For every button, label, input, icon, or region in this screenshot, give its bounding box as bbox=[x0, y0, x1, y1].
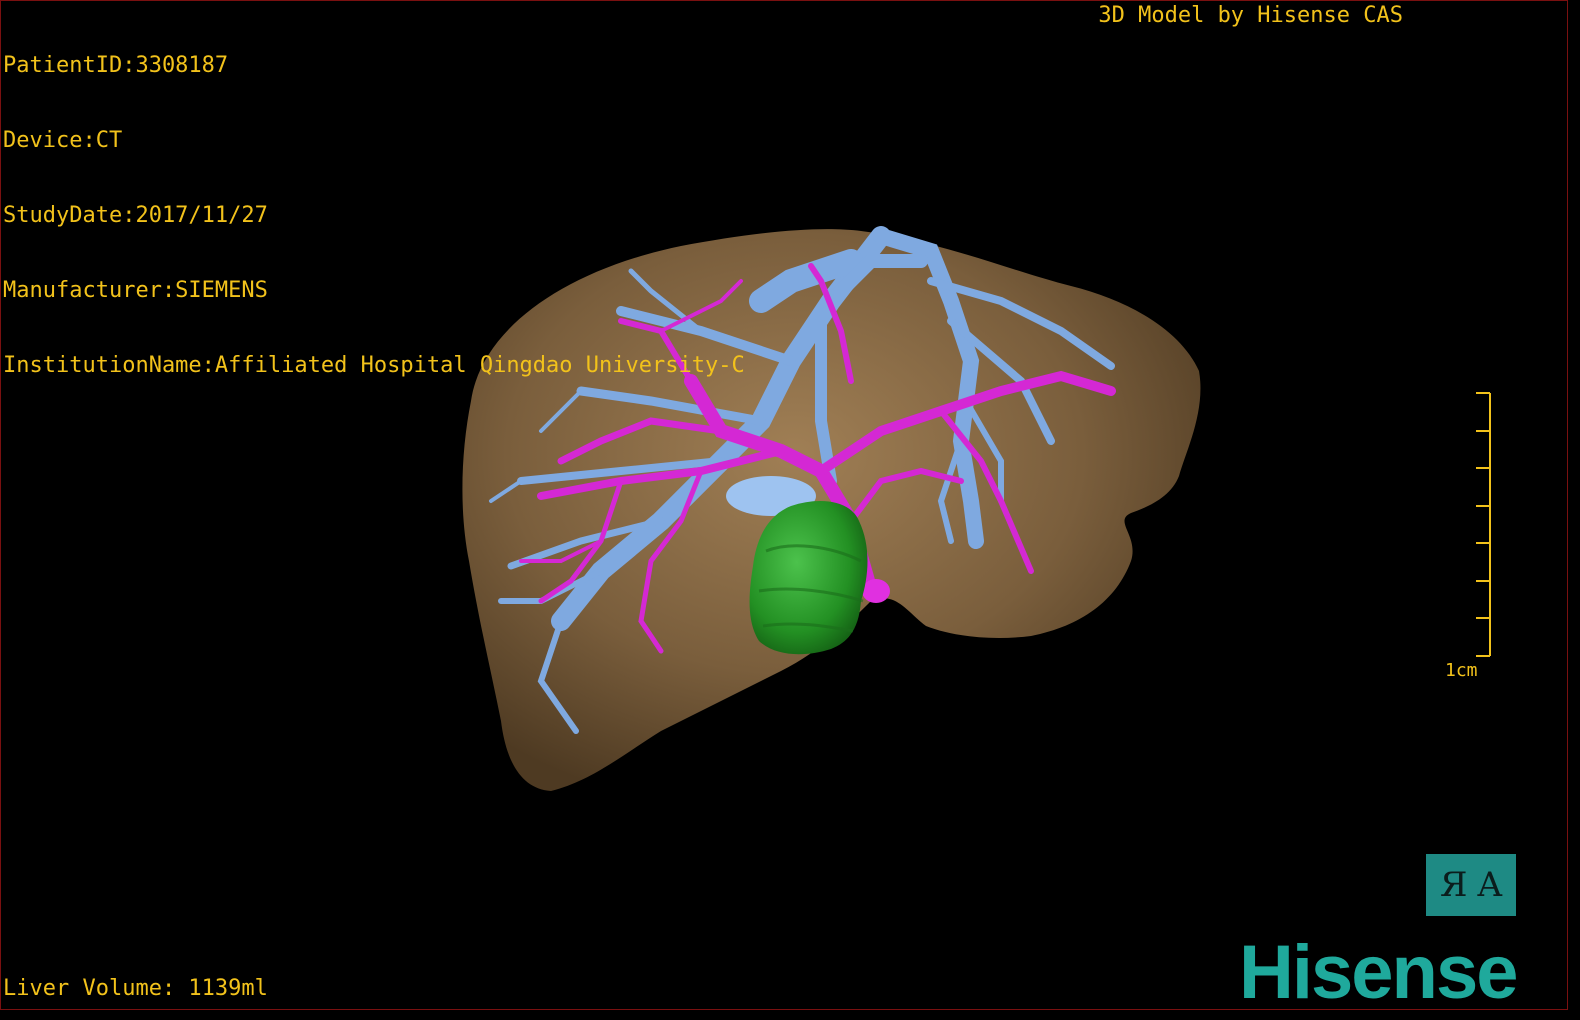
patient-id-text: PatientID:3308187 bbox=[3, 53, 229, 78]
viewport-3d[interactable]: PatientID:3308187 Device:CT StudyDate:20… bbox=[0, 0, 1568, 1010]
dicom-info-overlay: PatientID:3308187 Device:CT StudyDate:20… bbox=[3, 3, 745, 428]
hepatic-artery-root bbox=[862, 579, 890, 603]
scale-ruler-label: 1cm bbox=[1445, 660, 1478, 681]
hisense-logo: Hisense bbox=[1239, 930, 1518, 1010]
model-credit-text: 3D Model by Hisense CAS bbox=[1098, 3, 1403, 28]
orientation-face-right: A bbox=[1477, 865, 1503, 905]
orientation-face-left: Я bbox=[1439, 865, 1468, 905]
liver-volume-text: Liver Volume: 1139ml bbox=[3, 976, 268, 1001]
scale-ruler bbox=[1476, 392, 1491, 657]
study-date-text: StudyDate:2017/11/27 bbox=[3, 203, 268, 228]
manufacturer-text: Manufacturer:SIEMENS bbox=[3, 278, 268, 303]
orientation-cube-button[interactable]: Я A bbox=[1426, 854, 1516, 916]
institution-text: InstitutionName:Affiliated Hospital Qing… bbox=[3, 353, 745, 378]
device-text: Device:CT bbox=[3, 128, 123, 153]
